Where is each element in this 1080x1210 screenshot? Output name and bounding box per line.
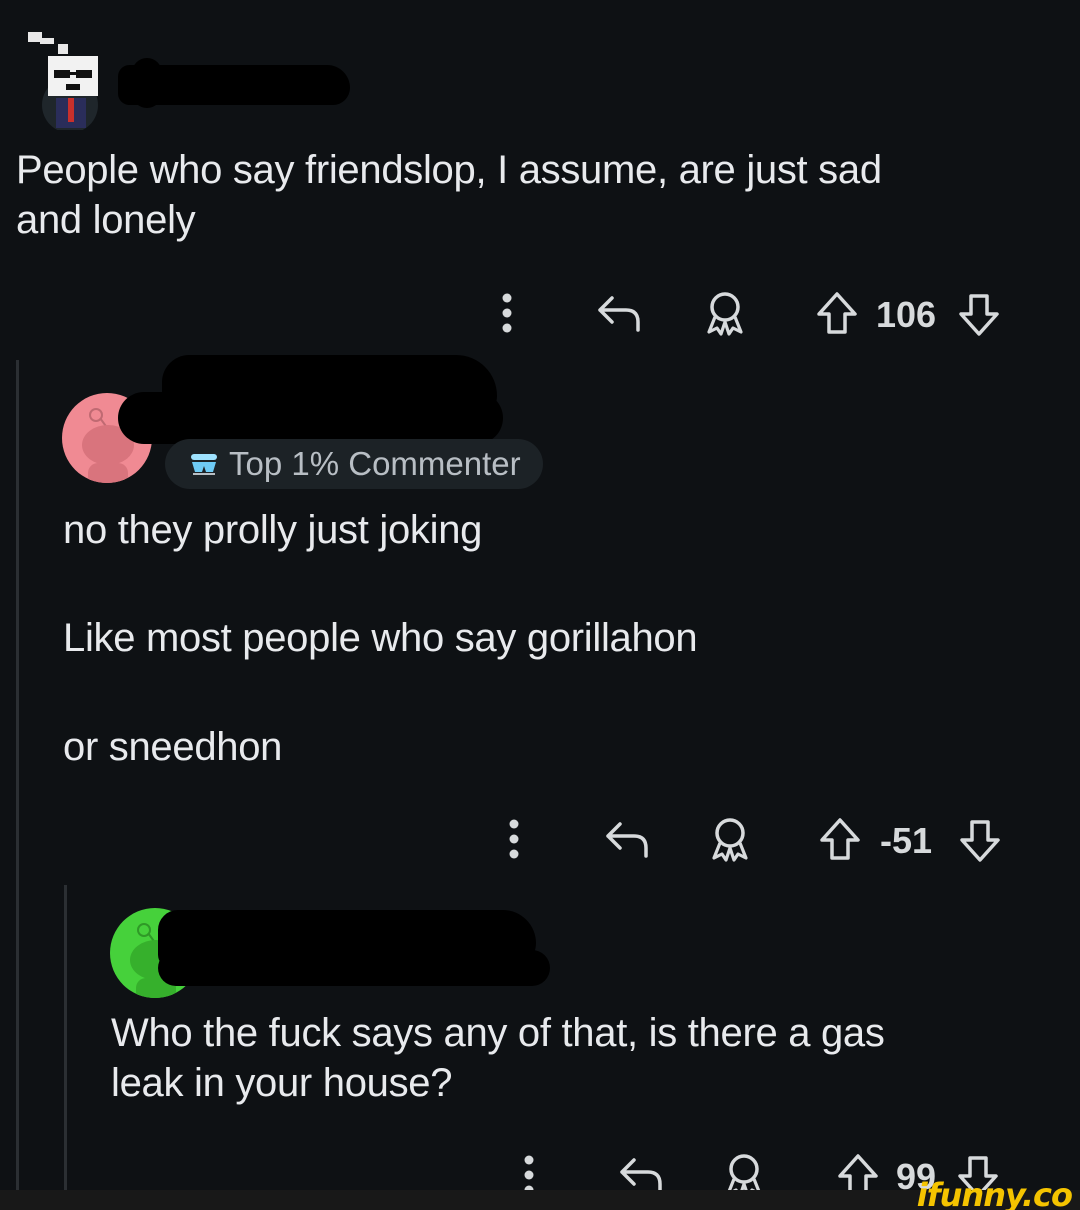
downvote-icon [959,294,999,336]
award-icon [707,292,743,336]
comment-paragraph: or sneedhon [63,725,283,769]
top-commenter-badge: Top 1% Commenter [165,439,543,489]
avatar[interactable] [20,30,98,130]
award-button[interactable] [708,816,752,862]
reply-button[interactable] [596,294,642,334]
comment-paragraph: no they prolly just joking [63,508,483,552]
upvote-button[interactable] [818,816,862,862]
comment-text-line: and lonely [16,198,196,242]
comment-paragraph: Like most people who say gorillahon [63,616,698,660]
downvote-button[interactable] [957,292,1001,338]
vote-score: 106 [876,294,937,335]
vote-score: -51 [880,820,933,861]
redacted-username-lower [158,950,550,986]
downvote-icon [960,820,1000,862]
more-vertical-icon [509,819,519,859]
more-options-button[interactable] [498,292,516,336]
upvote-icon [820,818,860,860]
thread-line-level-2[interactable] [64,885,67,1190]
reply-icon [598,296,640,332]
thread-line-level-1[interactable] [16,360,19,1190]
redacted-username-lower [118,392,503,444]
ifunny-watermark: ifunny.co [916,1176,1073,1210]
upvote-button[interactable] [815,290,859,336]
comment-text: People who say friendslop, I assume, are… [16,145,1056,245]
sunglasses-icon [189,450,219,478]
comment-thread: People who say friendslop, I assume, are… [0,0,1080,1210]
award-button[interactable] [703,290,747,336]
badge-label: Top 1% Commenter [229,445,521,482]
more-vertical-icon [502,293,512,333]
reply-button[interactable] [604,820,650,860]
more-options-button[interactable] [505,818,523,862]
downvote-button[interactable] [958,818,1002,864]
redacted-username-mark [132,58,162,108]
reply-icon [606,822,648,858]
upvote-icon [817,292,857,334]
comment-text: Who the fuck says any of that, is there … [111,1008,1061,1108]
comment-text-line: Who the fuck says any of that, is there … [111,1011,885,1055]
award-icon [712,818,748,862]
comment-text-line: leak in your house? [111,1061,453,1105]
comment-text-line: People who say friendslop, I assume, are… [16,148,882,192]
